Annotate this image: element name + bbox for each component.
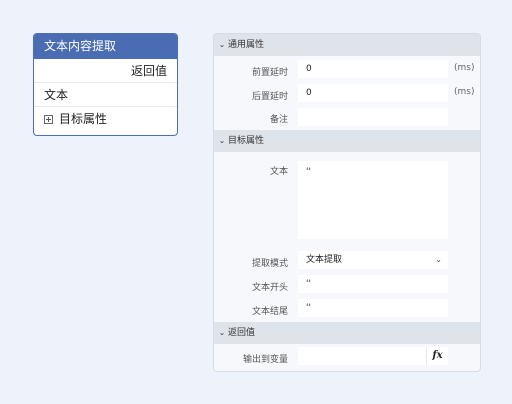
pre-delay-label: 前置延时: [251, 68, 288, 78]
node-output-port-return[interactable]: 返回值: [34, 59, 177, 83]
activity-node-card[interactable]: 文本内容提取 返回值 文本 目标属性: [33, 33, 178, 136]
function-fx-icon[interactable]: fx: [426, 347, 448, 365]
chevron-down-icon: ⌄: [435, 255, 442, 264]
node-title: 文本内容提取: [34, 34, 177, 59]
output-var-input[interactable]: [298, 347, 426, 365]
section-title-return: 返回值: [228, 328, 256, 338]
section-header-return[interactable]: ⌄ 返回值: [214, 322, 480, 344]
property-panel: ⌄ 通用属性 前置延时 0 (ms) 后置延时 0 (ms) 备注 ⌄ 目标属性…: [213, 33, 481, 372]
plus-square-icon[interactable]: [44, 114, 53, 124]
text-textarea[interactable]: '': [298, 161, 448, 239]
section-title-target: 目标属性: [228, 136, 265, 146]
chevron-down-icon: ⌄: [218, 40, 226, 49]
pre-delay-input[interactable]: 0: [298, 60, 448, 78]
note-label: 备注: [269, 115, 288, 125]
post-delay-input[interactable]: 0: [298, 84, 448, 102]
text-value: '': [306, 167, 311, 177]
section-header-general[interactable]: ⌄ 通用属性: [214, 34, 480, 56]
post-delay-unit: (ms): [454, 87, 475, 97]
output-var-label: 输出到变量: [242, 355, 288, 365]
node-input-port-text[interactable]: 文本: [34, 83, 177, 107]
node-target-props-expander[interactable]: 目标属性: [34, 107, 177, 131]
text-start-input[interactable]: '': [298, 275, 448, 293]
extract-mode-value: 文本提取: [306, 255, 343, 265]
extract-mode-label: 提取模式: [251, 259, 288, 269]
extract-mode-select[interactable]: 文本提取 ⌄: [298, 251, 448, 269]
text-label: 文本: [269, 167, 288, 177]
section-header-target[interactable]: ⌄ 目标属性: [214, 130, 480, 152]
chevron-down-icon: ⌄: [218, 328, 226, 337]
text-end-input[interactable]: '': [298, 299, 448, 317]
pre-delay-unit: (ms): [454, 63, 475, 73]
text-end-value: '': [306, 303, 311, 313]
pre-delay-value: 0: [306, 64, 312, 74]
node-target-props-label: 目标属性: [59, 112, 108, 126]
post-delay-label: 后置延时: [251, 92, 288, 102]
text-start-label: 文本开头: [251, 283, 288, 293]
post-delay-value: 0: [306, 88, 312, 98]
text-start-value: '': [306, 279, 311, 289]
note-input[interactable]: [298, 108, 448, 126]
section-title-general: 通用属性: [228, 40, 265, 50]
text-end-label: 文本结尾: [251, 307, 288, 317]
chevron-down-icon: ⌄: [218, 136, 226, 145]
